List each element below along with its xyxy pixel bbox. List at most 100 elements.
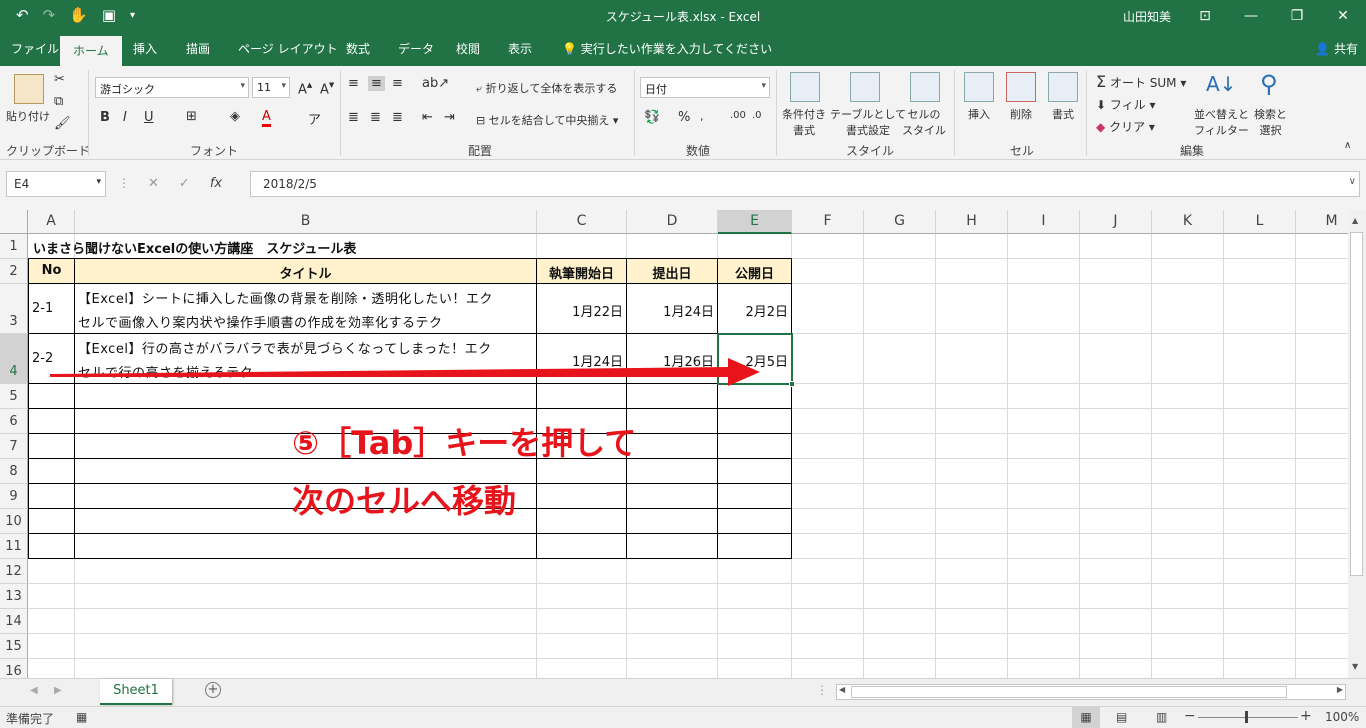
sheet-title-cell[interactable]: いまさら聞けないExcelの使い方講座 スケジュール表	[33, 238, 356, 257]
macro-record-icon[interactable]: ▦	[76, 710, 87, 724]
italic-button[interactable]: I	[123, 110, 127, 125]
col-header-e[interactable]: E	[718, 210, 792, 234]
cell-title-line2[interactable]: セルで画像入り案内状や操作手順書の作成を効率化するテク	[78, 312, 443, 331]
horizontal-scroll-thumb[interactable]	[851, 686, 1287, 698]
col-header-b[interactable]: B	[75, 210, 537, 234]
formula-input[interactable]: 2018/2/5	[250, 171, 1360, 197]
delete-cells-icon[interactable]	[1006, 72, 1036, 102]
paste-button-label[interactable]: 貼り付け	[6, 108, 50, 124]
row-header[interactable]: 14	[0, 609, 28, 634]
tab-insert[interactable]: 挿入	[133, 40, 157, 57]
font-size-select[interactable]: 11	[252, 77, 290, 98]
vertical-scroll-thumb[interactable]	[1350, 232, 1363, 576]
cell-styles-icon[interactable]	[910, 72, 940, 102]
format-cells-icon[interactable]	[1048, 72, 1078, 102]
conditional-format-icon[interactable]	[790, 72, 820, 102]
merge-center-button[interactable]: ⊟ セルを結合して中央揃え ▾	[476, 112, 618, 128]
align-right-icon[interactable]: ≣	[392, 110, 403, 125]
sort-filter-button[interactable]: 並べ替えと フィルター	[1194, 106, 1249, 138]
find-select-icon[interactable]: ⚲	[1260, 70, 1278, 98]
col-header-d[interactable]: D	[627, 210, 718, 234]
fill-handle[interactable]	[789, 381, 795, 387]
col-header-l[interactable]: L	[1224, 210, 1296, 234]
cell-publish-date[interactable]: 2月2日	[718, 301, 788, 320]
accounting-format-icon[interactable]: 💱	[644, 110, 660, 125]
format-as-table-button[interactable]: テーブルとして 書式設定	[830, 106, 906, 138]
header-cell-publish[interactable]: 公開日	[718, 263, 791, 282]
expand-formula-icon[interactable]: ∨	[1349, 176, 1356, 187]
row-header[interactable]: 3	[0, 284, 28, 334]
fill-button[interactable]: ⬇ フィル ▾	[1096, 96, 1156, 113]
col-header-g[interactable]: G	[864, 210, 936, 234]
next-sheet-icon[interactable]: ▶	[54, 685, 62, 696]
page-layout-view-icon[interactable]: ▤	[1116, 710, 1127, 724]
cell-no[interactable]: 2-1	[32, 301, 53, 316]
zoom-slider[interactable]	[1198, 717, 1298, 718]
sort-filter-icon[interactable]: A↓	[1206, 72, 1236, 96]
orientation-icon[interactable]: ab↗	[422, 76, 449, 91]
underline-button[interactable]: U	[144, 110, 154, 125]
format-cells-button[interactable]: 書式	[1052, 106, 1074, 122]
insert-cells-icon[interactable]	[964, 72, 994, 102]
new-sheet-icon[interactable]: +	[205, 682, 221, 698]
insert-function-icon[interactable]: fx	[210, 176, 222, 191]
tab-review[interactable]: 校閲	[456, 40, 480, 57]
header-cell-no[interactable]: No	[29, 263, 74, 278]
zoom-in-icon[interactable]: +	[1300, 708, 1312, 724]
number-format-select[interactable]: 日付	[640, 77, 770, 98]
close-icon[interactable]: ✕	[1320, 0, 1366, 32]
zoom-out-icon[interactable]: −	[1184, 708, 1196, 724]
paste-icon[interactable]	[14, 74, 44, 104]
row-header[interactable]: 6	[0, 409, 28, 434]
tab-view[interactable]: 表示	[508, 40, 532, 57]
cell-title-line1[interactable]: 【Excel】シートに挿入した画像の背景を削除・透明化したい！エク	[78, 288, 493, 307]
decrease-font-icon[interactable]: A▾	[320, 78, 334, 97]
header-cell-start[interactable]: 執筆開始日	[537, 263, 626, 282]
copy-icon[interactable]: ⧉	[54, 94, 63, 109]
sheet-tab-sheet1[interactable]: Sheet1	[100, 679, 172, 705]
row-header[interactable]: 13	[0, 584, 28, 609]
tab-split-handle[interactable]: ⋮	[816, 683, 828, 697]
scroll-up-icon[interactable]: ▲	[1352, 216, 1358, 225]
format-as-table-icon[interactable]	[850, 72, 880, 102]
tab-draw[interactable]: 描画	[186, 40, 210, 57]
tell-me-box[interactable]: 💡 実行したい作業を入力してください	[562, 40, 772, 57]
conditional-format-button[interactable]: 条件付き 書式	[782, 106, 826, 138]
scroll-left-icon[interactable]: ◀	[839, 685, 845, 694]
format-painter-icon[interactable]: 🖌	[54, 116, 71, 131]
restore-icon[interactable]: ❐	[1274, 0, 1320, 32]
decrease-indent-icon[interactable]: ⇤	[422, 110, 433, 125]
find-select-button[interactable]: 検索と 選択	[1254, 106, 1287, 138]
comma-style-icon[interactable]: ,	[700, 110, 704, 123]
row-header[interactable]: 10	[0, 509, 28, 534]
col-header-j[interactable]: J	[1080, 210, 1152, 234]
header-cell-submit[interactable]: 提出日	[627, 263, 717, 282]
name-box[interactable]: E4	[6, 171, 106, 197]
align-center-icon[interactable]: ≣	[370, 110, 381, 125]
align-top-icon[interactable]: ≡	[348, 76, 359, 91]
tab-home[interactable]: ホーム	[60, 36, 122, 66]
col-header-a[interactable]: A	[28, 210, 75, 234]
col-header-k[interactable]: K	[1152, 210, 1224, 234]
cell-styles-button[interactable]: セルの スタイル	[902, 106, 946, 138]
increase-decimal-icon[interactable]: .00	[730, 110, 746, 121]
row-header[interactable]: 1	[0, 234, 28, 259]
collapse-ribbon-icon[interactable]: ∧	[1344, 140, 1351, 151]
clear-button[interactable]: ◆ クリア ▾	[1096, 118, 1155, 135]
align-left-icon[interactable]: ≣	[348, 110, 359, 125]
decrease-decimal-icon[interactable]: .0	[752, 110, 762, 121]
worksheet-grid[interactable]: A B C D E F G H I J K L M 1 2 3 4 5 6 7 …	[0, 210, 1348, 678]
align-middle-icon[interactable]: ≡	[368, 76, 385, 91]
cut-icon[interactable]: ✂	[54, 72, 65, 87]
increase-font-icon[interactable]: A▴	[298, 78, 312, 97]
font-color-icon[interactable]: A	[262, 109, 271, 127]
col-header-c[interactable]: C	[537, 210, 627, 234]
cancel-icon[interactable]: ✕	[148, 176, 159, 191]
align-bottom-icon[interactable]: ≡	[392, 76, 403, 91]
vertical-scrollbar[interactable]: ▲ ▼	[1348, 210, 1366, 678]
increase-indent-icon[interactable]: ⇥	[444, 110, 455, 125]
insert-cells-button[interactable]: 挿入	[968, 106, 990, 122]
row-header[interactable]: 11	[0, 534, 28, 559]
cell-submit-date[interactable]: 1月24日	[627, 301, 714, 320]
cell-title-line1[interactable]: 【Excel】行の高さがバラバラで表が見づらくなってしまった！エク	[78, 338, 492, 357]
